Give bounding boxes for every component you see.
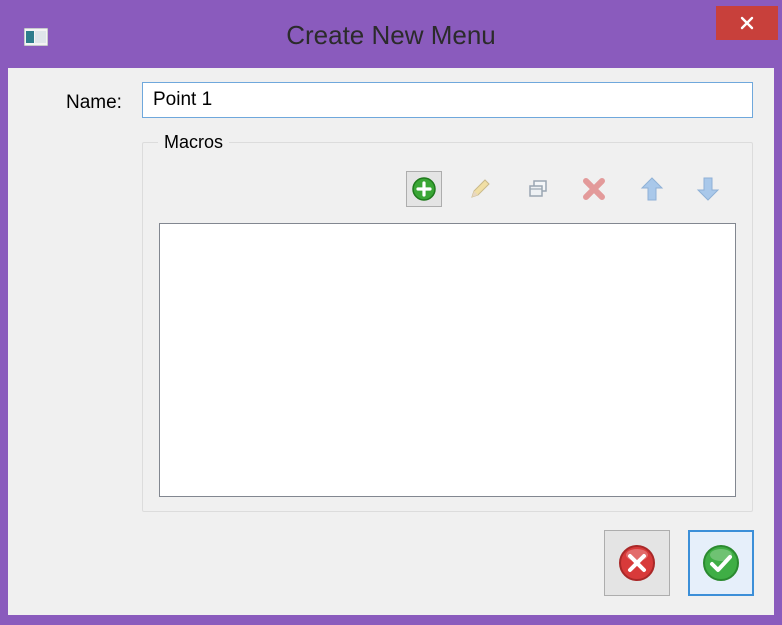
delete-icon xyxy=(583,178,605,200)
title-bar[interactable]: Create New Menu xyxy=(0,0,782,68)
cancel-button[interactable] xyxy=(604,530,670,596)
add-icon xyxy=(412,177,436,201)
duplicate-macro-button[interactable] xyxy=(520,171,556,207)
duplicate-icon xyxy=(529,180,547,197)
move-down-icon xyxy=(696,177,720,201)
cancel-icon xyxy=(619,545,655,581)
delete-macro-button[interactable] xyxy=(576,171,612,207)
name-label: Name: xyxy=(66,92,122,113)
close-icon xyxy=(740,16,754,30)
edit-macro-button[interactable] xyxy=(462,171,498,207)
move-down-button[interactable] xyxy=(690,171,726,207)
add-macro-button[interactable] xyxy=(406,171,442,207)
close-button[interactable] xyxy=(716,6,778,40)
dialog-body: Name: Macros xyxy=(8,68,774,615)
dialog-window: Create New Menu Name: Macros xyxy=(0,0,782,625)
macros-list[interactable] xyxy=(159,223,736,497)
move-up-button[interactable] xyxy=(634,171,670,207)
move-up-icon xyxy=(640,177,664,201)
name-input[interactable] xyxy=(142,82,753,118)
ok-button[interactable] xyxy=(688,530,754,596)
edit-pencil-icon xyxy=(471,179,490,198)
window-title: Create New Menu xyxy=(286,20,496,50)
macros-group-title: Macros xyxy=(158,132,230,153)
ok-check-icon xyxy=(703,545,739,581)
